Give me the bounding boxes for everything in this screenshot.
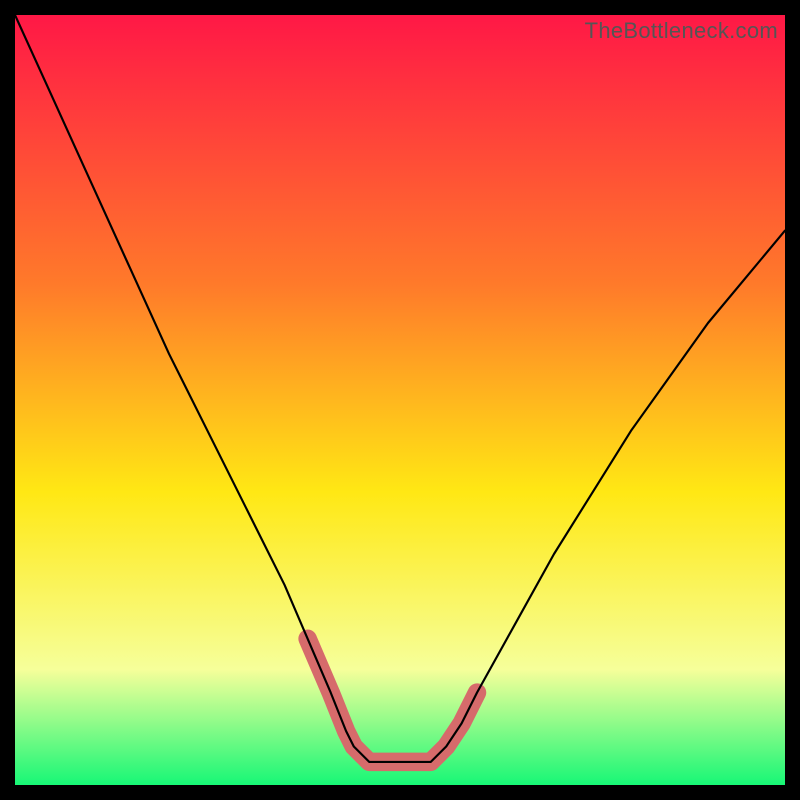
curve-layer — [15, 15, 785, 785]
bottleneck-curve — [15, 15, 785, 762]
watermark-text: TheBottleneck.com — [585, 18, 778, 44]
plot-area — [15, 15, 785, 785]
chart-frame: TheBottleneck.com — [0, 0, 800, 800]
